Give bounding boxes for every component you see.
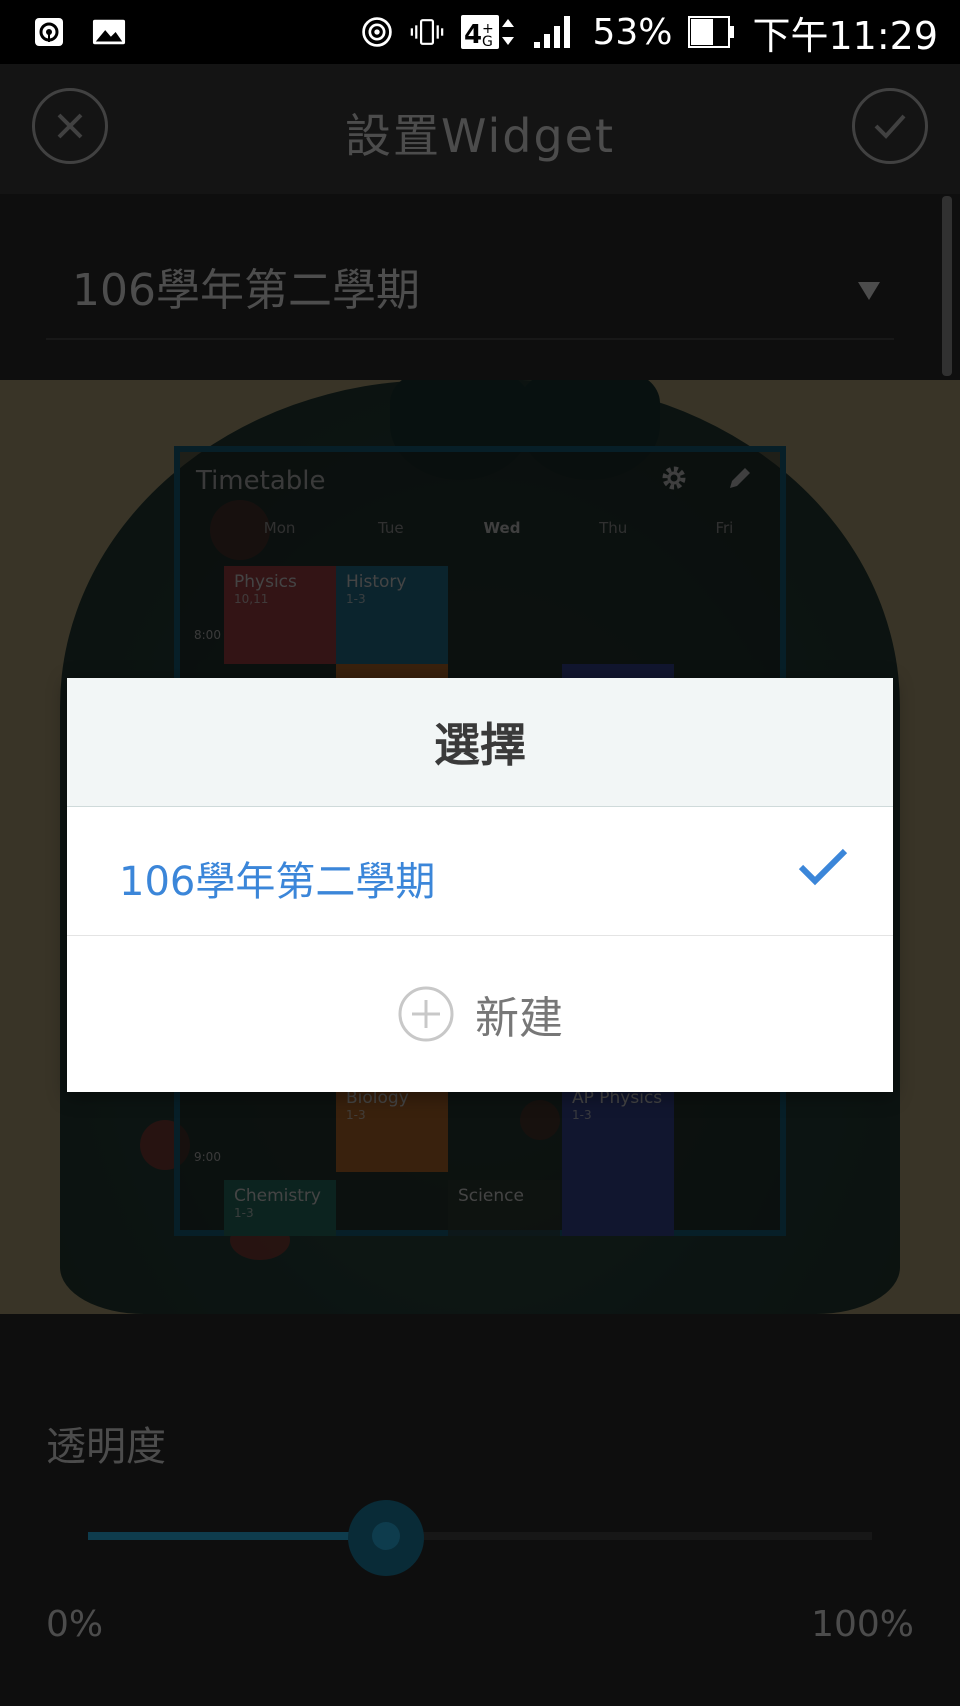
check-icon	[797, 845, 849, 891]
select-dialog: 選擇 106學年第二學期 新建	[67, 678, 893, 1092]
dialog-new-label: 新建	[475, 993, 563, 1044]
svg-text:G: G	[482, 34, 493, 50]
signal-icon	[532, 16, 576, 48]
clock: 下午11:29	[752, 13, 938, 58]
dialog-title: 選擇	[67, 678, 893, 807]
svg-text:4: 4	[464, 20, 482, 50]
network-4g-icon: 4 + G	[460, 15, 516, 50]
dialog-option-semester[interactable]: 106學年第二學期	[67, 807, 893, 936]
vibrate-icon	[410, 17, 444, 47]
battery-percent: 53%	[592, 11, 673, 53]
battery-icon	[688, 16, 736, 48]
status-bar: 4 + G 53% 下午11:29	[0, 0, 960, 64]
hotspot-icon	[32, 17, 66, 47]
dialog-new-button[interactable]: 新建	[67, 936, 893, 1092]
wifi-hotspot-icon	[360, 17, 394, 47]
image-icon	[92, 17, 126, 47]
dialog-option-label: 106學年第二學期	[119, 859, 436, 905]
plus-circle-icon	[398, 986, 454, 1042]
